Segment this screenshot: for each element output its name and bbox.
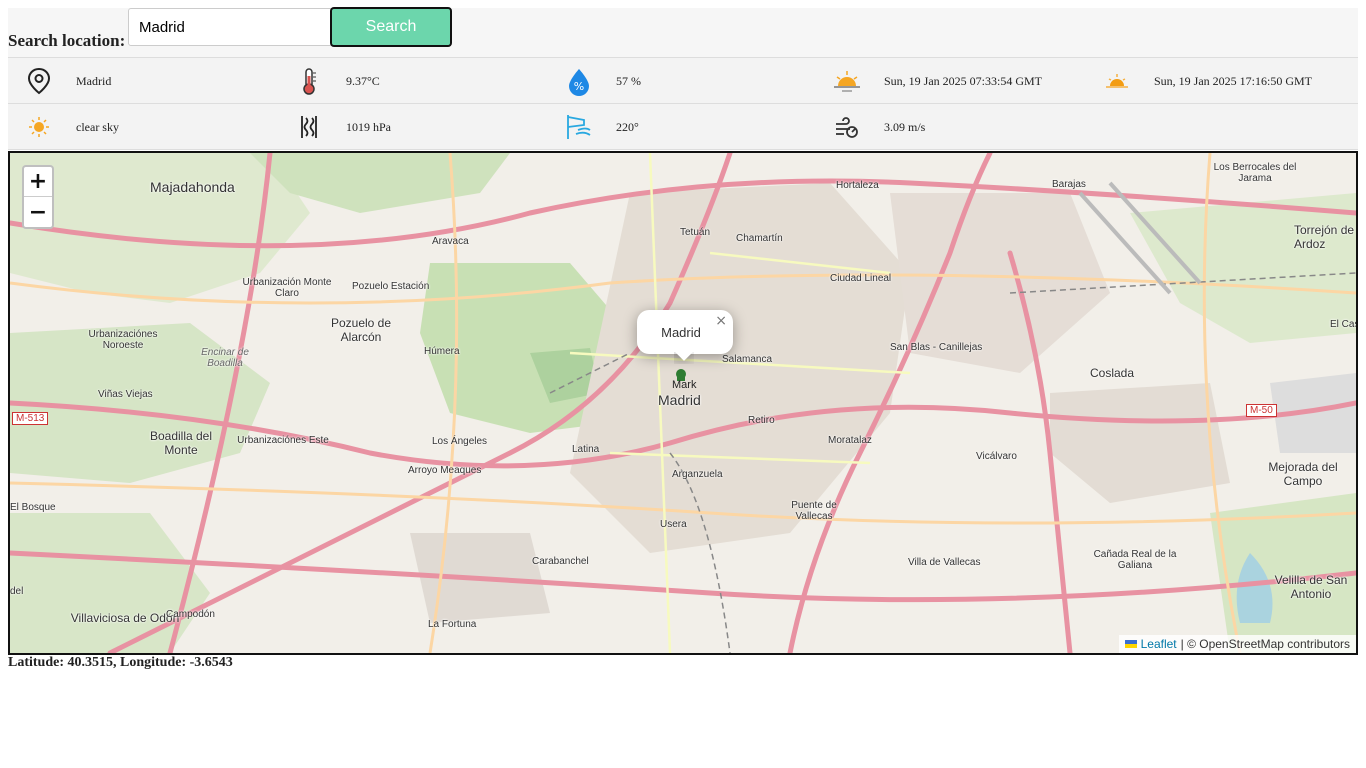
place-velilla: Velilla de San Antonio <box>1274 573 1348 601</box>
pressure-icon <box>301 116 317 138</box>
place-torrejon: Torrejón de Ardoz <box>1294 223 1355 251</box>
weather-row-2: clear sky 1019 hPa 220° 3.09 m/s <box>8 104 1358 150</box>
map-popup: Madrid × <box>637 310 733 354</box>
wind-speed-icon <box>836 117 858 138</box>
wind-direction-cell: 220° <box>564 104 639 150</box>
place-canada-real: Cañada Real de la Galiana <box>1093 549 1177 571</box>
place-el-cas: El Cas <box>1330 319 1358 330</box>
weather-row-1: Madrid 9.37°C % 57 % Sun, 19 Jan 2025 07… <box>8 58 1358 104</box>
place-mejorada: Mejorada del Campo <box>1268 460 1338 488</box>
sunrise-cell: Sun, 19 Jan 2025 07:33:54 GMT <box>832 58 1042 104</box>
place-madrid: Madrid <box>658 392 701 408</box>
place-urb-noroeste: Urbanizaciónes Noroeste <box>88 329 158 351</box>
sunrise-value: Sun, 19 Jan 2025 07:33:54 GMT <box>884 73 1043 88</box>
place-encinar: Encinar de Boadilla <box>201 347 249 369</box>
place-barajas: Barajas <box>1052 179 1086 190</box>
place-puente-vallecas: Puente de Vallecas <box>791 500 837 522</box>
place-campodon: Campodón <box>166 609 215 620</box>
zoom-out-button[interactable]: − <box>24 197 52 227</box>
pressure-cell: 1019 hPa <box>294 104 391 150</box>
location-pin-icon <box>27 67 51 95</box>
search-bar: Search location: Search <box>8 7 1358 58</box>
thermometer-icon <box>303 68 316 95</box>
pressure-value: 1019 hPa <box>346 119 391 134</box>
place-los-berrocales: Los Berrocales del Jarama <box>1213 162 1297 184</box>
place-arganzuela: Arganzuela <box>672 469 723 480</box>
temperature-cell: 9.37°C <box>294 58 380 104</box>
place-ciudad-lineal: Ciudad Lineal <box>830 273 892 284</box>
wind-speed-cell: 3.09 m/s <box>832 104 925 150</box>
sunset-value: Sun, 19 Jan 2025 17:16:50 GMT <box>1154 73 1313 88</box>
place-aravaca: Aravaca <box>432 236 469 247</box>
coordinates-readout: Latitude: 40.3515, Longitude: -3.6543 <box>8 655 233 670</box>
place-chamartin: Chamartín <box>736 233 783 244</box>
place-urb-monte-claro: Urbanización Monte Claro <box>242 277 332 299</box>
search-label: Search location: <box>8 31 126 50</box>
wind-speed-value: 3.09 m/s <box>884 119 926 134</box>
search-button[interactable]: Search <box>330 7 452 47</box>
place-los-angeles: Los Ángeles <box>432 436 488 447</box>
description-cell: clear sky <box>24 104 119 150</box>
sunset-cell: Sun, 19 Jan 2025 17:16:50 GMT <box>1102 58 1312 104</box>
place-arroyo-meaques: Arroyo Meaques <box>408 465 482 476</box>
zoom-in-button[interactable]: + <box>24 167 52 197</box>
place-boadilla: Boadilla del Monte <box>149 429 213 457</box>
location-value: Madrid <box>76 73 112 88</box>
description-value: clear sky <box>76 119 119 134</box>
sunset-icon <box>1106 74 1128 88</box>
place-urb-este: Urbanizaciónes Este <box>237 435 329 446</box>
wind-direction-icon <box>567 115 591 139</box>
popup-tip <box>674 352 694 364</box>
place-coslada: Coslada <box>1090 366 1135 380</box>
place-pozuelo-estacion: Pozuelo Estación <box>352 281 430 292</box>
place-moratalaz: Moratalaz <box>828 435 872 446</box>
place-majadahonda: Majadahonda <box>150 179 235 195</box>
sun-icon <box>29 117 49 137</box>
road-shield-m513: M-513 <box>12 412 49 425</box>
zoom-control: + − <box>22 165 54 229</box>
place-la-fortuna: La Fortuna <box>428 619 477 630</box>
wind-direction-value: 220° <box>616 119 639 134</box>
place-humera: Húmera <box>424 346 460 357</box>
place-vicalvaro: Vicálvaro <box>976 451 1017 462</box>
osm-attribution: | © OpenStreetMap contributors <box>1180 637 1350 651</box>
place-villaviciosa: Villaviciosa de Odón <box>70 611 180 625</box>
place-salamanca: Salamanca <box>722 354 773 365</box>
leaflet-link[interactable]: Leaflet <box>1141 637 1177 651</box>
place-el-bosque: El Bosque <box>10 502 56 513</box>
ukraine-flag-icon <box>1124 640 1137 648</box>
place-hortaleza: Hortaleza <box>836 180 879 191</box>
place-latina: Latina <box>572 444 600 455</box>
popup-text: Madrid <box>661 324 701 340</box>
place-vinas-viejas: Viñas Viejas <box>98 389 153 400</box>
place-tetuan: Tetuán <box>680 227 711 238</box>
popup-close-button[interactable]: × <box>715 313 727 329</box>
humidity-cell: % 57 % <box>564 58 641 104</box>
location-cell: Madrid <box>24 58 111 104</box>
place-villa-vallecas: Villa de Vallecas <box>908 557 981 568</box>
humidity-icon: % <box>569 69 589 96</box>
map[interactable]: Majadahonda Tetuán Chamartín Hortaleza B… <box>8 151 1358 655</box>
place-del: del <box>10 586 24 597</box>
place-carabanchel: Carabanchel <box>532 556 589 567</box>
sunrise-icon <box>834 71 860 92</box>
map-attribution: Leaflet | © OpenStreetMap contributors <box>1118 635 1356 653</box>
search-input[interactable] <box>128 8 334 46</box>
svg-text:%: % <box>574 80 584 93</box>
temperature-value: 9.37°C <box>346 73 380 88</box>
humidity-value: 57 % <box>616 73 641 88</box>
marker-label: Mark <box>672 379 697 391</box>
place-pozuelo: Pozuelo de Alarcón <box>330 316 392 344</box>
place-usera: Usera <box>660 519 687 530</box>
place-retiro: Retiro <box>748 415 775 426</box>
place-san-blas: San Blas - Canillejas <box>890 342 983 353</box>
road-shield-m50: M-50 <box>1246 404 1277 417</box>
